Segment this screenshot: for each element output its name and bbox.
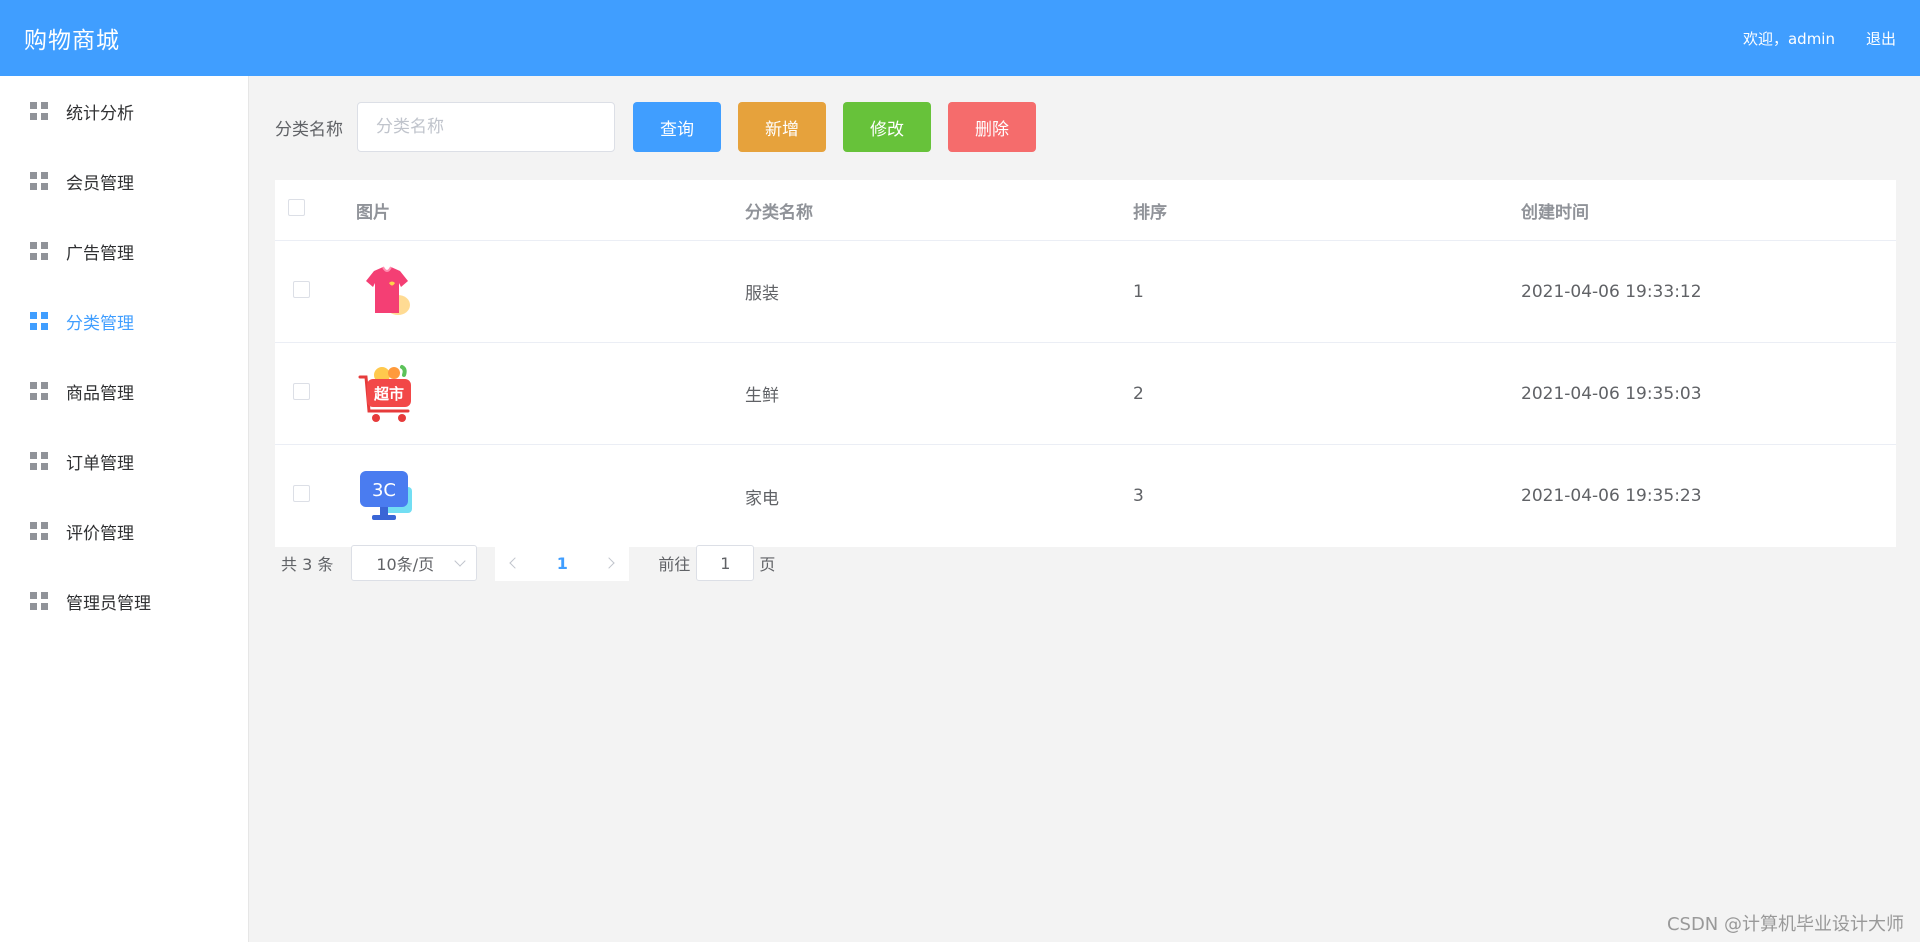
- sidebar-item-label: 会员管理: [66, 173, 134, 194]
- column-header-image: 图片: [356, 202, 390, 223]
- sidebar-item-products[interactable]: 商品管理: [0, 356, 248, 426]
- monitor-label-text: 3C: [372, 480, 396, 501]
- watermark-text: CSDN @计算机毕业设计大师: [1666, 914, 1904, 935]
- cell-created: 2021-04-06 19:35:03: [1521, 383, 1702, 404]
- grid-icon: [30, 382, 48, 400]
- sidebar-item-label: 评价管理: [66, 523, 134, 544]
- sidebar-item-statistics[interactable]: 统计分析: [0, 76, 248, 146]
- sidebar-item-reviews[interactable]: 评价管理: [0, 496, 248, 566]
- sidebar-item-label: 订单管理: [66, 453, 134, 474]
- cart-label-text: 超市: [373, 385, 404, 403]
- goto-page-input[interactable]: [696, 545, 755, 581]
- grid-icon: [30, 592, 48, 610]
- 3c-monitor-icon: 3C: [360, 471, 412, 520]
- page-number[interactable]: 1: [557, 554, 568, 573]
- category-name-input[interactable]: [357, 102, 615, 152]
- cell-name: 生鲜: [745, 386, 779, 406]
- grid-icon: [30, 522, 48, 540]
- cell-sort: 3: [1133, 486, 1144, 506]
- sidebar-item-orders[interactable]: 订单管理: [0, 426, 248, 496]
- category-table: 图片 分类名称 排序 创建时间 服装 1 2021-04-06 19:33:12: [275, 180, 1896, 547]
- row-checkbox[interactable]: [293, 280, 310, 298]
- delete-button[interactable]: 删除: [948, 102, 1036, 152]
- pagination: 共 3 条 10条/页 1 前往 页: [275, 545, 775, 581]
- sidebar-item-label: 分类管理: [66, 313, 134, 334]
- grid-icon: [30, 102, 48, 120]
- cell-name: 服装: [745, 284, 779, 304]
- goto-suffix: 页: [759, 555, 776, 574]
- grid-icon: [30, 172, 48, 190]
- query-button[interactable]: 查询: [633, 102, 721, 152]
- column-header-sort: 排序: [1133, 202, 1167, 223]
- grid-icon: [30, 312, 48, 330]
- grid-icon: [30, 242, 48, 260]
- column-header-created: 创建时间: [1521, 202, 1589, 223]
- table-row[interactable]: 3C 家电 3 2021-04-06 19:35:23: [275, 445, 1896, 547]
- sidebar: 统计分析 会员管理 广告管理 分类管理 商品管理 订单管理 评价管理 管理员管理: [0, 76, 249, 942]
- header-user-area: 欢迎，admin 退出: [1712, 28, 1896, 49]
- tshirt-icon: [366, 266, 410, 315]
- sidebar-item-members[interactable]: 会员管理: [0, 146, 248, 216]
- brand-title: 购物商城: [24, 28, 120, 54]
- table-row[interactable]: 服装 1 2021-04-06 19:33:12: [275, 241, 1896, 343]
- sidebar-item-admins[interactable]: 管理员管理: [0, 566, 248, 636]
- search-toolbar: 分类名称 查询 新增 修改 删除: [275, 102, 1036, 152]
- sidebar-item-label: 商品管理: [66, 383, 134, 404]
- top-header: 购物商城 欢迎，admin 退出: [0, 0, 1920, 76]
- select-all-checkbox[interactable]: [288, 199, 305, 216]
- sidebar-item-label: 统计分析: [66, 103, 134, 124]
- edit-button[interactable]: 修改: [843, 102, 931, 152]
- table-header: 图片 分类名称 排序 创建时间: [275, 180, 1896, 241]
- main-content: 分类名称 查询 新增 修改 删除 图片 分类名称 排序 创建时间 服装: [249, 76, 1920, 942]
- category-name-label: 分类名称: [275, 119, 343, 140]
- page-size-value: 10条/页: [376, 555, 435, 574]
- chevron-left-icon[interactable]: [509, 557, 522, 569]
- column-header-name: 分类名称: [745, 202, 813, 223]
- page-size-select[interactable]: 10条/页: [351, 545, 478, 581]
- sidebar-item-label: 广告管理: [66, 243, 134, 264]
- sidebar-item-label: 管理员管理: [66, 593, 151, 614]
- logout-link[interactable]: 退出: [1866, 28, 1896, 49]
- cell-created: 2021-04-06 19:33:12: [1521, 281, 1702, 302]
- cell-sort: 2: [1133, 383, 1144, 404]
- add-button[interactable]: 新增: [738, 102, 826, 152]
- cell-sort: 1: [1133, 281, 1144, 302]
- sidebar-item-ads[interactable]: 广告管理: [0, 216, 248, 286]
- page-navigation: 1: [495, 545, 630, 581]
- row-checkbox[interactable]: [293, 382, 310, 400]
- sidebar-item-categories[interactable]: 分类管理: [0, 286, 248, 356]
- cell-created: 2021-04-06 19:35:23: [1521, 486, 1702, 506]
- pagination-total: 共 3 条: [281, 555, 334, 574]
- welcome-text: 欢迎，admin: [1742, 29, 1835, 48]
- chevron-down-icon: [454, 555, 467, 567]
- row-checkbox[interactable]: [293, 485, 310, 502]
- chevron-right-icon[interactable]: [603, 557, 616, 569]
- goto-label: 前往: [658, 555, 691, 574]
- cell-name: 家电: [745, 488, 779, 509]
- table-row[interactable]: 超市 生鲜 2 2021-04-06 19:35:03: [275, 343, 1896, 445]
- supermarket-cart-icon: 超市: [358, 364, 411, 422]
- grid-icon: [30, 452, 48, 470]
